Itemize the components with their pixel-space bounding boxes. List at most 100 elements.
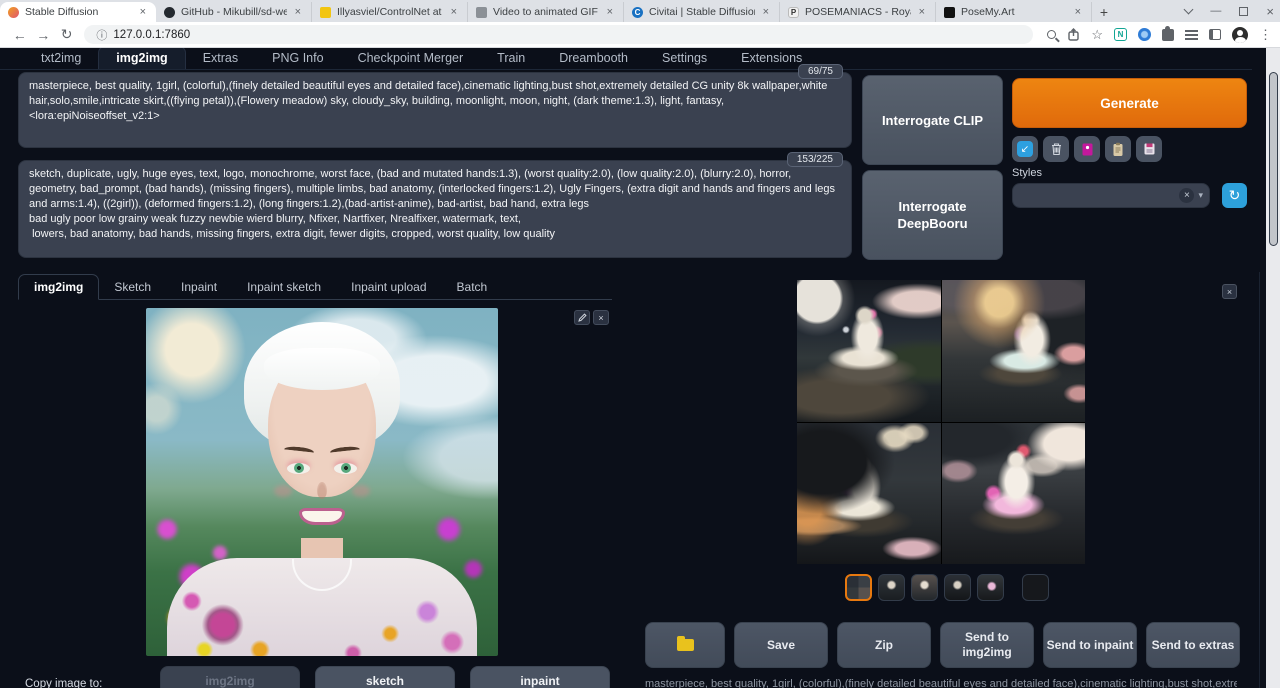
window-minimize-button[interactable]: —	[1210, 5, 1221, 17]
read-params-button[interactable]: ↙	[1012, 136, 1038, 162]
tab-close-icon[interactable]: ×	[449, 6, 459, 18]
page-scrollbar[interactable]	[1266, 48, 1280, 688]
window-close-button[interactable]: ×	[1266, 4, 1274, 19]
chevron-down-icon[interactable]: ▾	[1198, 190, 1203, 201]
posemyart-favicon	[944, 7, 955, 18]
site-info-icon[interactable]: ⓘ	[96, 27, 107, 43]
browser-tab-civitai[interactable]: C Civitai | Stable Diffusion model ×	[624, 2, 780, 22]
reading-list-icon[interactable]	[1185, 30, 1198, 40]
browser-tab-stable-diffusion[interactable]: Stable Diffusion ×	[0, 2, 156, 22]
clear-prompt-button[interactable]	[1043, 136, 1069, 162]
save-style-button[interactable]	[1136, 136, 1162, 162]
gallery-panel: × Save Zip Send to	[640, 272, 1260, 688]
tab-png-info[interactable]: PNG Info	[255, 48, 340, 69]
apply-style-button[interactable]	[1105, 136, 1131, 162]
window-maximize-button[interactable]	[1239, 7, 1248, 16]
blue-extension-icon[interactable]	[1138, 28, 1151, 41]
browser-tab-posemyart[interactable]: PoseMy.Art ×	[936, 2, 1092, 22]
thumbnail-1-selected[interactable]	[845, 574, 872, 601]
negative-prompt-panel: 153/225 sketch, duplicate, ugly, huge ey…	[18, 160, 852, 258]
gallery-image-3[interactable]	[797, 423, 941, 565]
copy-to-img2img-button[interactable]: img2img	[160, 666, 300, 688]
zoom-icon[interactable]	[1047, 30, 1056, 39]
thumbnail-6[interactable]	[1022, 574, 1049, 601]
tab-title: Illyasviel/ControlNet at main	[337, 6, 443, 18]
n-extension-icon[interactable]: N	[1114, 28, 1127, 41]
browser-tab-controlnet[interactable]: Illyasviel/ControlNet at main ×	[312, 2, 468, 22]
prompt-input[interactable]: masterpiece, best quality, 1girl, (color…	[19, 73, 851, 147]
thumbnail-3[interactable]	[911, 574, 938, 601]
browser-tab-gif-converter[interactable]: Video to animated GIF converter ×	[468, 2, 624, 22]
copy-to-inpaint-button[interactable]: inpaint	[470, 666, 610, 688]
share-icon[interactable]	[1067, 28, 1080, 41]
browser-menu-icon[interactable]: ⋮	[1259, 27, 1272, 43]
edit-image-button[interactable]	[574, 310, 590, 325]
gallery-close-button[interactable]: ×	[1222, 284, 1237, 299]
generate-button[interactable]: Generate	[1012, 78, 1247, 128]
gallery-image-2[interactable]	[942, 280, 1086, 422]
main-nav-tabs: txt2img img2img Extras PNG Info Checkpoi…	[0, 48, 1252, 70]
open-folder-button[interactable]	[645, 622, 725, 668]
zip-button[interactable]: Zip	[837, 622, 931, 668]
send-to-inpaint-button[interactable]: Send to inpaint	[1043, 622, 1137, 668]
tab-close-icon[interactable]: ×	[605, 6, 615, 18]
save-button[interactable]: Save	[734, 622, 828, 668]
tab-close-icon[interactable]: ×	[138, 6, 148, 18]
thumbnail-5[interactable]	[977, 574, 1004, 601]
extra-networks-button[interactable]	[1074, 136, 1100, 162]
mode-tab-batch[interactable]: Batch	[442, 275, 503, 299]
side-panel-icon[interactable]	[1209, 29, 1221, 40]
interrogate-clip-button[interactable]: Interrogate CLIP	[862, 75, 1003, 165]
tab-title: GitHub - Mikubill/sd-webui-co	[181, 6, 287, 18]
back-icon[interactable]: ←	[8, 27, 31, 43]
browser-tab-github[interactable]: GitHub - Mikubill/sd-webui-co ×	[156, 2, 312, 22]
nose	[317, 482, 327, 499]
thumbnail-4[interactable]	[944, 574, 971, 601]
reload-icon[interactable]: ↻	[55, 26, 78, 43]
tab-close-icon[interactable]: ×	[1073, 6, 1083, 18]
tab-title: PoseMy.Art	[961, 6, 1067, 18]
posemaniacs-favicon: P	[788, 7, 799, 18]
profile-avatar[interactable]	[1232, 27, 1248, 43]
extensions-puzzle-icon[interactable]	[1162, 29, 1174, 41]
mode-tab-img2img[interactable]: img2img	[18, 274, 99, 300]
thumbnail-2[interactable]	[878, 574, 905, 601]
forward-icon[interactable]: →	[31, 27, 54, 43]
styles-clear-icon[interactable]: ×	[1179, 188, 1194, 203]
tab-checkpoint-merger[interactable]: Checkpoint Merger	[341, 48, 481, 69]
tab-train[interactable]: Train	[480, 48, 542, 69]
copy-to-sketch-button[interactable]: sketch	[315, 666, 455, 688]
tab-close-icon[interactable]: ×	[293, 6, 303, 18]
source-image-portrait[interactable]	[146, 308, 498, 656]
tab-search-chevron-icon[interactable]	[1184, 5, 1194, 15]
tab-close-icon[interactable]: ×	[761, 6, 771, 18]
bookmark-star-icon[interactable]: ☆	[1091, 27, 1103, 43]
interrogate-deepbooru-button[interactable]: Interrogate DeepBooru	[862, 170, 1003, 260]
new-tab-button[interactable]: +	[1092, 2, 1116, 22]
tab-dreambooth[interactable]: Dreambooth	[542, 48, 645, 69]
negative-prompt-input[interactable]: sketch, duplicate, ugly, huge eyes, text…	[19, 161, 851, 257]
gallery-image-4[interactable]	[942, 423, 1086, 565]
refresh-styles-button[interactable]: ↻	[1222, 183, 1247, 208]
send-to-img2img-button[interactable]: Send to img2img	[940, 622, 1034, 668]
tab-close-icon[interactable]: ×	[917, 6, 927, 18]
tab-settings[interactable]: Settings	[645, 48, 724, 69]
mode-tab-inpaint-upload[interactable]: Inpaint upload	[336, 275, 441, 299]
send-to-extras-button[interactable]: Send to extras	[1146, 622, 1240, 668]
tab-extras[interactable]: Extras	[186, 48, 255, 69]
mode-tab-inpaint[interactable]: Inpaint	[166, 275, 232, 299]
tab-txt2img[interactable]: txt2img	[24, 48, 98, 69]
styles-dropdown[interactable]: × ▾	[1012, 183, 1210, 208]
woman-hair-fringe	[264, 348, 380, 390]
mode-tab-sketch[interactable]: Sketch	[99, 275, 166, 299]
gallery-image-1[interactable]	[797, 280, 941, 422]
gif-converter-favicon	[476, 7, 487, 18]
screen: Stable Diffusion × GitHub - Mikubill/sd-…	[0, 0, 1280, 688]
browser-tab-posemaniacs[interactable]: P POSEMANIACS - Royalty free 3 ×	[780, 2, 936, 22]
tab-img2img[interactable]: img2img	[98, 48, 185, 69]
remove-image-button[interactable]: ×	[593, 310, 609, 325]
address-bar[interactable]: ⓘ 127.0.0.1:7860	[84, 25, 1033, 44]
scrollbar-thumb[interactable]	[1269, 72, 1278, 246]
stable-diffusion-favicon	[8, 7, 19, 18]
mode-tab-inpaint-sketch[interactable]: Inpaint sketch	[232, 275, 336, 299]
